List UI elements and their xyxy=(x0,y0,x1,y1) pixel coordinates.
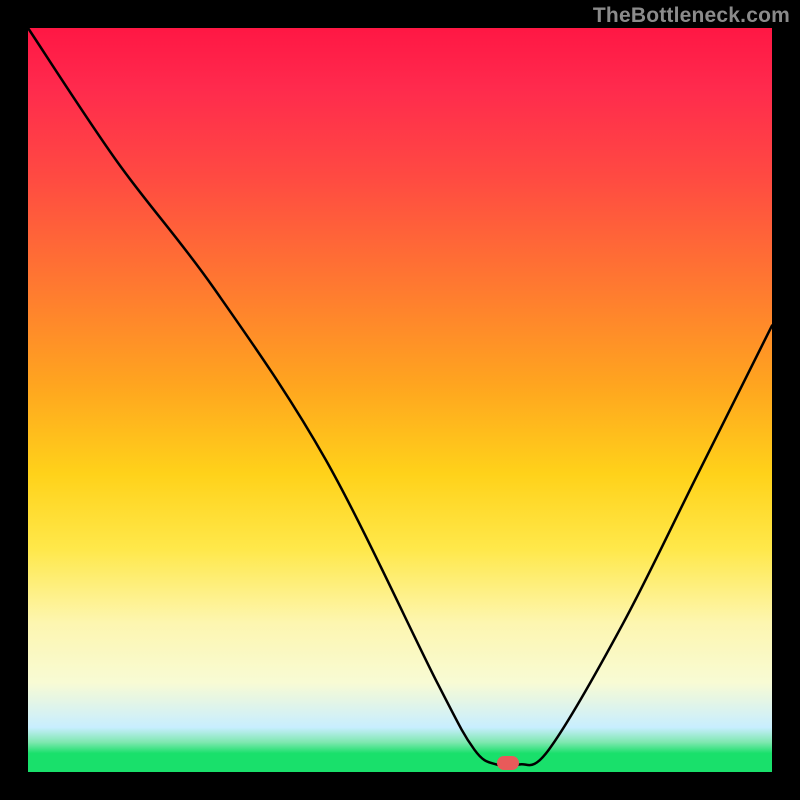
curve-path xyxy=(28,28,772,766)
bottleneck-curve xyxy=(28,28,772,772)
chart-container: TheBottleneck.com xyxy=(0,0,800,800)
optimal-marker xyxy=(497,756,519,770)
watermark-text: TheBottleneck.com xyxy=(593,4,790,28)
plot-area xyxy=(28,28,772,772)
